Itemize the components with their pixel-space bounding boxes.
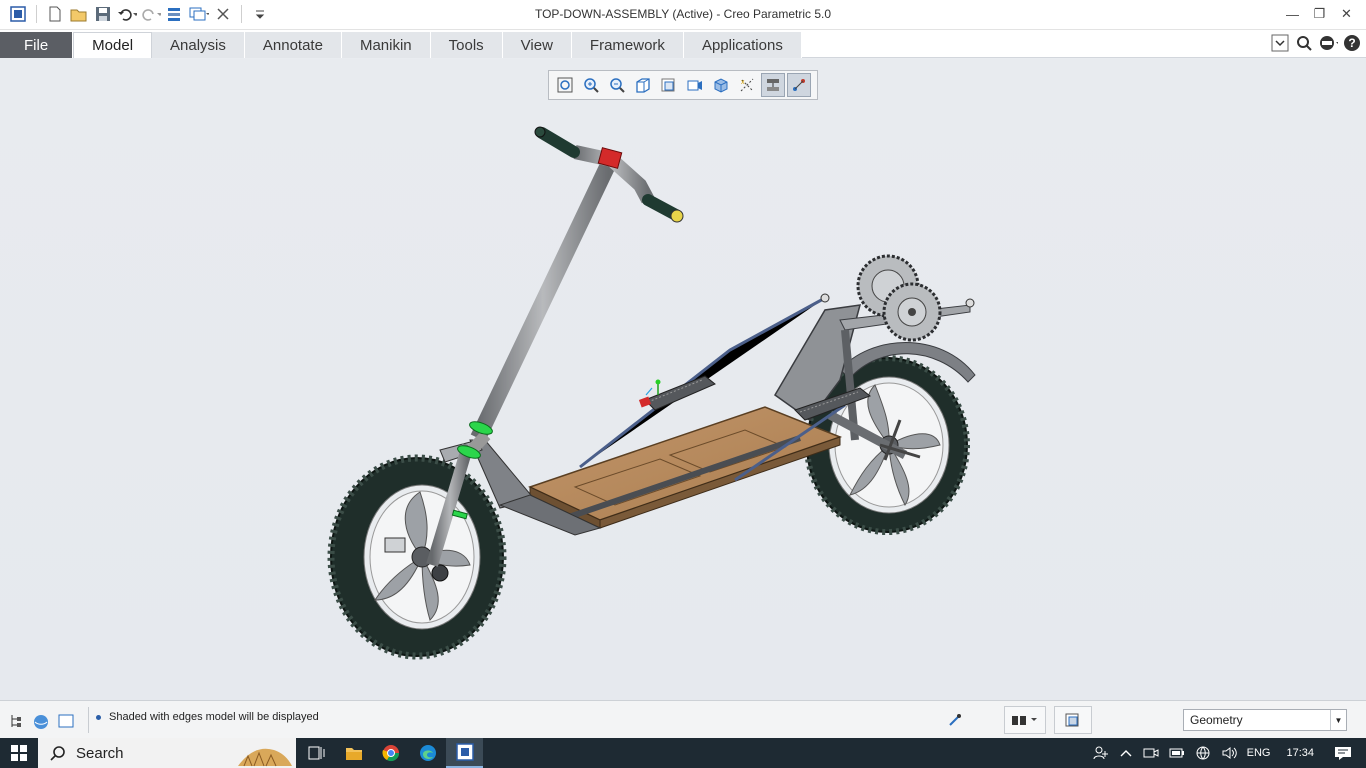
- help-icon[interactable]: ?: [1342, 32, 1362, 54]
- minimize-button[interactable]: —: [1279, 2, 1306, 26]
- notifications-icon[interactable]: [1334, 745, 1352, 761]
- search-icon: [50, 746, 65, 761]
- separator: [88, 707, 89, 733]
- status-icons: [8, 713, 74, 734]
- tab-file[interactable]: File: [0, 32, 74, 58]
- status-message: Shaded with edges model will be displaye…: [109, 711, 319, 723]
- task-view-icon[interactable]: [298, 738, 335, 768]
- find-icon[interactable]: [1004, 706, 1046, 734]
- start-button[interactable]: [0, 738, 38, 768]
- window-controls: — ❐ ✕: [1279, 2, 1360, 26]
- chevron-up-icon[interactable]: [1119, 746, 1133, 760]
- creo-taskbar-icon[interactable]: [446, 738, 483, 768]
- edge-icon[interactable]: [409, 738, 446, 768]
- people-icon[interactable]: [1093, 745, 1109, 761]
- tab-manikin[interactable]: Manikin: [341, 32, 431, 58]
- taskbar-apps: [298, 738, 483, 768]
- clock-time[interactable]: 17:34: [1286, 747, 1314, 759]
- status-right-tools: [942, 706, 1092, 734]
- tab-annotate[interactable]: Annotate: [244, 32, 342, 58]
- system-tray: ENG 17:34: [1093, 738, 1366, 768]
- graphics-window[interactable]: x: [0, 59, 1366, 700]
- windows-taskbar: Search ENG 17:34: [0, 738, 1366, 768]
- tab-tools[interactable]: Tools: [430, 32, 503, 58]
- front-wheel[interactable]: [327, 454, 507, 660]
- selection-buffer-icon[interactable]: [1054, 706, 1092, 734]
- search-placeholder: Search: [76, 744, 124, 762]
- search-highlight-image: [234, 738, 294, 768]
- scooter-assembly-model[interactable]: [0, 59, 1366, 700]
- tab-framework[interactable]: Framework: [571, 32, 684, 58]
- tab-view[interactable]: View: [502, 32, 572, 58]
- window-title: TOP-DOWN-ASSEMBLY (Active) - Creo Parame…: [534, 7, 832, 21]
- status-bar: Shaded with edges model will be displaye…: [0, 700, 1366, 738]
- close-button[interactable]: ✕: [1333, 2, 1360, 26]
- selection-filter-dropdown[interactable]: Geometry ▼: [1183, 709, 1347, 731]
- chrome-icon[interactable]: [372, 738, 409, 768]
- taskbar-search-box[interactable]: Search: [38, 738, 296, 768]
- tab-model[interactable]: Model: [73, 32, 153, 58]
- community-icon[interactable]: [1318, 32, 1338, 54]
- sprocket-gears[interactable]: [856, 254, 942, 342]
- restore-button[interactable]: ❐: [1306, 2, 1333, 26]
- file-explorer-icon[interactable]: [335, 738, 372, 768]
- volume-icon[interactable]: [1221, 745, 1237, 761]
- minimize-ribbon-icon[interactable]: [1270, 32, 1290, 54]
- title-bar: TOP-DOWN-ASSEMBLY (Active) - Creo Parame…: [0, 0, 1366, 30]
- tab-applications[interactable]: Applications: [683, 32, 802, 58]
- network-icon[interactable]: [1195, 745, 1211, 761]
- full-screen-icon[interactable]: [58, 713, 74, 734]
- selection-filter-value: Geometry: [1190, 713, 1243, 727]
- tab-analysis[interactable]: Analysis: [152, 32, 245, 58]
- deck[interactable]: [528, 406, 843, 529]
- search-icon[interactable]: [1294, 32, 1314, 54]
- model-tree-icon[interactable]: [8, 713, 24, 734]
- ribbon-right-tools: ?: [1270, 32, 1362, 54]
- browser-icon[interactable]: [32, 713, 50, 734]
- language-indicator[interactable]: ENG: [1247, 747, 1271, 759]
- chevron-down-icon: ▼: [1330, 710, 1346, 730]
- message-bullet-icon: [96, 714, 101, 720]
- ribbon-tab-bar: File Model Analysis Annotate Manikin Too…: [0, 30, 1366, 58]
- smart-selection-icon[interactable]: [942, 706, 968, 734]
- svg-text:?: ?: [1348, 36, 1355, 50]
- message-area: Shaded with edges model will be displaye…: [96, 711, 319, 723]
- meet-now-icon[interactable]: [1143, 745, 1159, 761]
- battery-icon[interactable]: [1169, 745, 1185, 761]
- datum-axis: [645, 387, 653, 396]
